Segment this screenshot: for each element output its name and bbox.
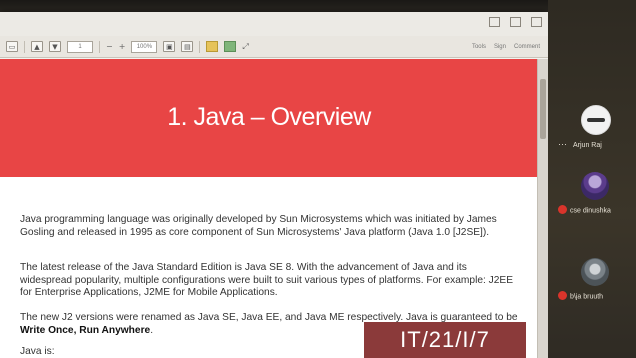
vertical-scrollbar[interactable] <box>537 59 548 358</box>
toolbar-divider <box>199 40 201 53</box>
toolbar-divider <box>24 40 25 53</box>
avatar <box>581 105 611 135</box>
minimize-button[interactable] <box>489 17 500 27</box>
zoom-level-input[interactable]: 100% <box>131 40 158 53</box>
paragraph: Java programming language was originally… <box>20 214 497 238</box>
document-page: 1. Java – Overview Java programming lang… <box>0 59 538 358</box>
window-controls <box>489 17 542 27</box>
participant-name-row: cse dinushka <box>558 205 611 215</box>
participant-tile[interactable]: b\ja bruuth <box>548 258 636 318</box>
zoom-out-icon[interactable]: − <box>106 42 113 51</box>
paragraph: The latest release of the Java Standard … <box>20 262 514 298</box>
toolbar-right-tabs: Tools Sign Comment <box>472 44 548 50</box>
bold-phrase: Write Once, Run Anywhere <box>20 324 151 336</box>
participants-panel: ··· Arjun Raj cse dinushka b\ja bruuth <box>548 0 636 358</box>
pdf-viewer-window: ▭ ▲ ▼ 1 − + 100% ▣ ▤ ⤢ Tools Sign Commen… <box>0 12 548 358</box>
participant-name: b\ja bruuth <box>570 293 604 301</box>
more-options-icon[interactable]: ··· <box>558 139 567 149</box>
maximize-button[interactable] <box>510 17 521 27</box>
fit-page-icon[interactable]: ▣ <box>163 41 176 52</box>
toolbar-divider <box>99 40 100 53</box>
chapter-title: 1. Java – Overview <box>167 103 371 131</box>
participant-name-row: ··· Arjun Raj <box>558 139 602 149</box>
highlight-icon[interactable] <box>206 41 219 52</box>
participant-tile[interactable]: cse dinushka <box>548 172 636 232</box>
chapter-banner: 1. Java – Overview <box>0 59 538 177</box>
prev-page-icon[interactable]: ▲ <box>31 41 43 52</box>
paragraph-text: . <box>150 324 154 336</box>
tab-comment[interactable]: Comment <box>514 44 540 50</box>
title-bar <box>0 12 548 37</box>
avatar <box>581 258 609 286</box>
pdf-toolbar: ▭ ▲ ▼ 1 − + 100% ▣ ▤ ⤢ Tools Sign Commen… <box>0 36 548 58</box>
mic-muted-icon <box>558 291 567 300</box>
scrollbar-thumb[interactable] <box>540 79 546 139</box>
page-number-input[interactable]: 1 <box>67 40 93 53</box>
save-icon[interactable]: ▭ <box>6 41 18 52</box>
participant-name: Arjun Raj <box>573 142 602 149</box>
zoom-in-icon[interactable]: + <box>119 42 126 51</box>
participant-tile[interactable]: ··· Arjun Raj <box>548 105 636 165</box>
close-button[interactable] <box>531 17 542 27</box>
mic-muted-icon <box>558 205 567 214</box>
expand-icon[interactable]: ⤢ <box>242 42 248 52</box>
avatar <box>581 172 609 200</box>
participant-name: cse dinushka <box>570 207 611 215</box>
fit-width-icon[interactable]: ▤ <box>181 41 194 52</box>
tab-sign[interactable]: Sign <box>494 44 506 50</box>
tab-tools[interactable]: Tools <box>472 44 486 50</box>
next-page-icon[interactable]: ▼ <box>49 41 61 52</box>
sign-icon[interactable] <box>224 41 237 52</box>
student-id-watermark: IT/21/I/7 <box>364 322 526 358</box>
participant-name-row: b\ja bruuth <box>558 291 604 301</box>
